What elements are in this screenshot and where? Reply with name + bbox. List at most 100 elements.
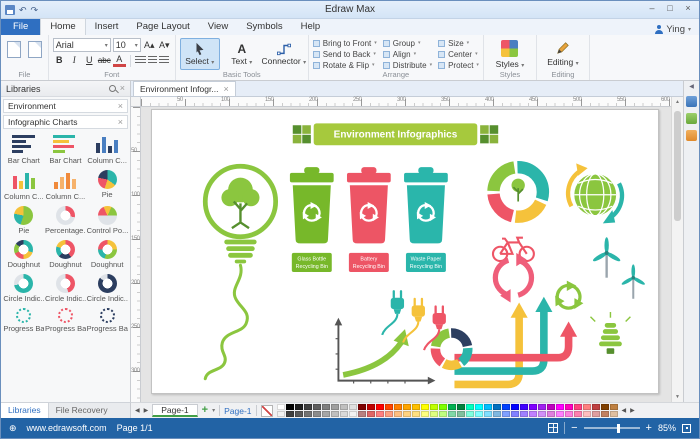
styles-button[interactable]: Styles ▾ (488, 38, 532, 70)
palette-color[interactable] (331, 404, 339, 410)
flow-arrows-graphic[interactable] (454, 297, 577, 385)
align-right-icon[interactable] (159, 56, 169, 65)
palette-color[interactable] (448, 411, 456, 417)
menu-tab-symbols[interactable]: Symbols (237, 19, 291, 35)
banner-graphic[interactable]: Environment Infographics (293, 123, 498, 145)
palette-color[interactable] (466, 404, 474, 410)
distribute-button[interactable]: Distribute▾ (383, 60, 432, 70)
palette-color[interactable] (592, 404, 600, 410)
rotate-flip-button[interactable]: Rotate & Flip▾ (313, 60, 377, 70)
palette-color[interactable] (295, 411, 303, 417)
palette-color[interactable] (556, 404, 564, 410)
font-size-select[interactable]: 10▾ (113, 38, 141, 52)
library-item-pie[interactable]: Pie (3, 204, 45, 236)
undo-icon[interactable]: ↶ (19, 3, 27, 17)
font-family-select[interactable]: Arial▾ (53, 38, 111, 52)
recycling-bin-paper[interactable]: Waste Paper Recycling Bin (404, 167, 448, 272)
library-item-column-c[interactable]: Column C... (3, 168, 45, 202)
zoom-slider-thumb[interactable] (617, 424, 620, 433)
palette-color[interactable] (277, 411, 285, 417)
recycling-bin-glass[interactable]: Glass Bottle Recycling Bin (290, 167, 334, 272)
italic-button[interactable]: I (68, 54, 81, 67)
bold-button[interactable]: B (53, 54, 66, 67)
palette-color[interactable] (313, 404, 321, 410)
library-item-doughnut[interactable]: Doughnut (86, 238, 128, 270)
library-item-control-po[interactable]: Control Po... (86, 204, 128, 236)
maximize-button[interactable]: □ (661, 1, 679, 17)
no-fill-swatch[interactable] (261, 405, 273, 417)
palette-color[interactable] (583, 404, 591, 410)
palette-color[interactable] (502, 404, 510, 410)
palette-color[interactable] (430, 411, 438, 417)
palette-color[interactable] (493, 411, 501, 417)
close-icon[interactable]: × (118, 118, 123, 127)
panel-tab-libraries[interactable]: Libraries (1, 403, 49, 418)
palette-color[interactable] (376, 411, 384, 417)
library-item-progress-bar[interactable]: Progress Bar (45, 306, 87, 334)
palette-color[interactable] (349, 404, 357, 410)
select-tool-button[interactable]: Select ▾ (180, 38, 220, 70)
format-panel-icon[interactable] (686, 96, 697, 107)
align-left-icon[interactable] (135, 56, 146, 65)
growth-chart-graphic[interactable] (335, 318, 436, 385)
palette-color[interactable] (304, 411, 312, 417)
palette-color[interactable] (574, 411, 582, 417)
palette-color[interactable] (367, 404, 375, 410)
palette-color[interactable] (403, 404, 411, 410)
palette-color[interactable] (538, 411, 546, 417)
minimize-button[interactable]: – (643, 1, 661, 17)
palette-color[interactable] (295, 404, 303, 410)
library-group-infographic-charts[interactable]: Infographic Charts × (3, 115, 128, 129)
palette-color[interactable] (457, 404, 465, 410)
palette-color[interactable] (439, 404, 447, 410)
scroll-up-icon[interactable]: ▲ (672, 97, 683, 107)
palette-color[interactable] (430, 404, 438, 410)
doughnut-chart-graphic[interactable] (435, 333, 467, 365)
library-item-circle-indic[interactable]: Circle Indic... (86, 272, 128, 304)
page-tab[interactable]: Page-1 (152, 404, 197, 417)
library-item-progress-bar[interactable]: Progress Bar (86, 306, 128, 334)
close-icon[interactable]: × (120, 84, 125, 93)
open-document-icon[interactable] (28, 41, 42, 58)
size-button[interactable]: Size▾ (438, 38, 479, 48)
palette-color[interactable] (601, 404, 609, 410)
symbols-panel-icon[interactable] (686, 113, 697, 124)
user-account[interactable]: Ying ▾ (654, 24, 699, 35)
increase-font-button[interactable]: A▴ (143, 39, 156, 52)
decrease-font-button[interactable]: A▾ (158, 39, 171, 52)
close-button[interactable]: × (679, 1, 697, 17)
palette-color[interactable] (583, 411, 591, 417)
library-item-doughnut[interactable]: Doughnut (45, 238, 87, 270)
palette-color[interactable] (385, 411, 393, 417)
palette-color[interactable] (322, 411, 330, 417)
recycling-bin-battery[interactable]: Battery Recycling Bin (347, 167, 391, 272)
palette-color[interactable] (574, 404, 582, 410)
palette-color[interactable] (277, 404, 285, 410)
center-button[interactable]: Center▾ (438, 49, 479, 59)
palette-color[interactable] (412, 411, 420, 417)
drawing-page[interactable]: Environment Infographics (151, 109, 659, 394)
palette-color[interactable] (286, 411, 294, 417)
recycle-symbol-graphic[interactable] (551, 281, 588, 315)
canvas-viewport[interactable]: Environment Infographics (141, 107, 671, 402)
save-icon[interactable] (5, 5, 15, 15)
palette-color[interactable] (475, 411, 483, 417)
new-document-icon[interactable] (7, 41, 21, 58)
palette-color[interactable] (421, 404, 429, 410)
menu-tab-file[interactable]: File (1, 19, 40, 35)
library-item-doughnut[interactable]: Doughnut (3, 238, 45, 270)
menu-tab-help[interactable]: Help (292, 19, 330, 35)
redo-icon[interactable]: ↷ (31, 3, 39, 17)
menu-tab-home[interactable]: Home (40, 18, 85, 35)
palette-scroll-right-icon[interactable]: ▶ (630, 407, 635, 414)
palette-color[interactable] (484, 404, 492, 410)
library-item-circle-indic[interactable]: Circle Indic... (45, 272, 87, 304)
palette-color[interactable] (610, 411, 618, 417)
protect-button[interactable]: Protect▾ (438, 60, 479, 70)
palette-color[interactable] (511, 404, 519, 410)
palette-color[interactable] (466, 411, 474, 417)
chevron-down-icon[interactable]: ▾ (212, 407, 215, 414)
palette-color[interactable] (592, 411, 600, 417)
menu-tab-insert[interactable]: Insert (86, 19, 128, 35)
bicycle-graphic[interactable] (493, 238, 534, 261)
